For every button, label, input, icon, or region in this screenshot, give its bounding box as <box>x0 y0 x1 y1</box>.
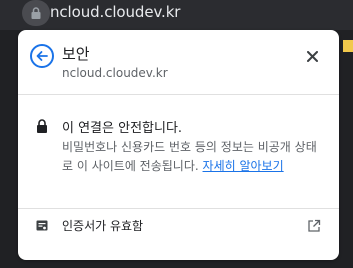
url-text[interactable]: ncloud.cloudev.kr <box>50 3 180 21</box>
certificate-icon <box>36 220 48 231</box>
lock-icon <box>31 7 41 19</box>
connection-secure-title: 이 연결은 안전합니다. <box>62 121 183 136</box>
browser-toolbar: ncloud.cloudev.kr <box>0 0 353 30</box>
external-link-icon[interactable] <box>307 219 321 233</box>
address-bar[interactable]: ncloud.cloudev.kr <box>0 0 353 30</box>
popup-subtitle: ncloud.cloudev.kr <box>62 66 168 80</box>
connection-secure-description: 비밀번호나 신용카드 번호 등의 정보는 비공개 상태로 이 사이트에 전송됩니… <box>62 138 327 176</box>
site-info-button[interactable] <box>22 0 50 26</box>
arrow-left-icon <box>36 51 48 61</box>
certificate-valid-item[interactable]: 인증서가 유효함 <box>62 217 143 234</box>
site-security-popup: 보안 ncloud.cloudev.kr 이 연결은 안전합니다. 비밀번호나 … <box>18 30 339 260</box>
divider <box>18 208 339 209</box>
divider <box>18 94 339 95</box>
close-icon <box>306 50 318 62</box>
page-edge-bottom <box>0 260 353 268</box>
lock-icon <box>37 119 47 133</box>
popup-title: 보안 <box>62 45 90 63</box>
page-edge-right <box>339 30 353 268</box>
learn-more-link[interactable]: 자세히 알아보기 <box>203 159 284 173</box>
page-edge-left <box>0 30 18 268</box>
close-button[interactable] <box>303 47 321 65</box>
back-button[interactable] <box>30 44 54 68</box>
page-edge-accent <box>343 40 353 52</box>
